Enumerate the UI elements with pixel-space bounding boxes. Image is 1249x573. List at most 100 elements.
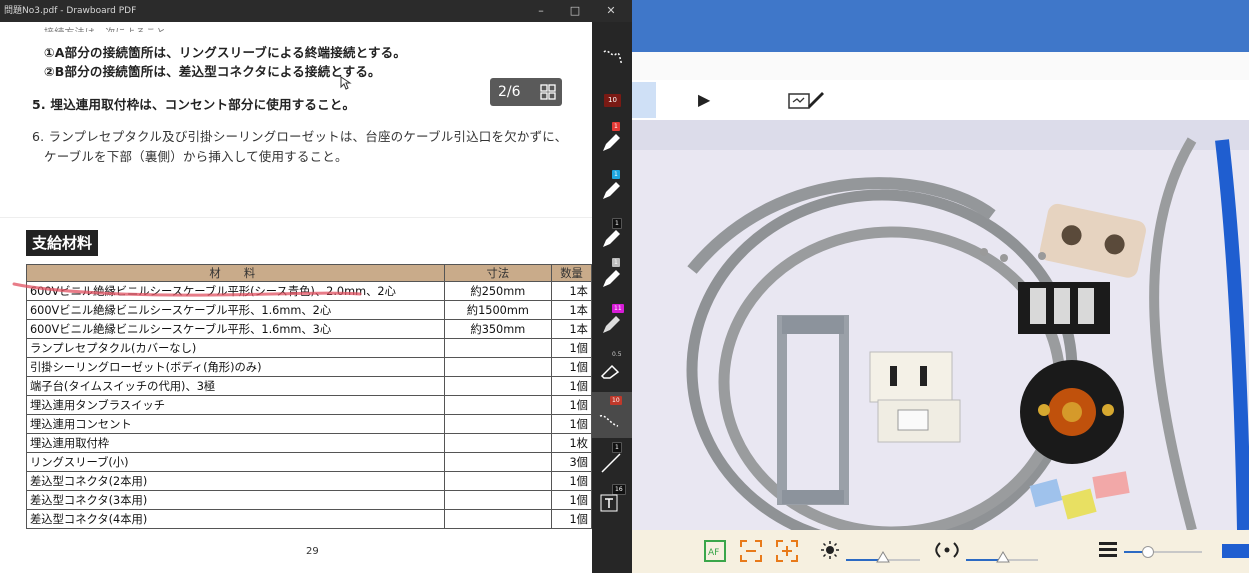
cell: 1本 <box>551 300 592 320</box>
pen-red-tool[interactable]: 1 <box>596 122 628 162</box>
cell: 1個 <box>551 509 592 529</box>
table-row: 埋込連用タンブラスイッチ 1個 <box>26 395 592 415</box>
number-stamp-tool[interactable]: 10 <box>596 84 628 124</box>
divider <box>0 217 592 218</box>
cell: 1個 <box>551 395 592 415</box>
camera-bottom-bar: AF <box>632 530 1249 573</box>
text-item-6-cont: ケーブルを下部（裏側）から挿入して使用すること。 <box>44 149 348 164</box>
pdf-page[interactable]: 接続方法は、次によること。 ①A部分の接続箇所は、リングスリーブによる終端接続と… <box>0 22 592 573</box>
zoom-out-icon[interactable] <box>740 540 762 562</box>
cell <box>443 471 553 491</box>
grid-view-icon[interactable] <box>540 84 556 100</box>
cell: 1枚 <box>551 433 592 453</box>
cell: 600Vビニル絶縁ビニルシースケーブル平形、1.6mm、3心 <box>26 319 445 339</box>
page-indicator[interactable]: 2/6 <box>490 78 562 106</box>
auto-focus-icon[interactable]: AF <box>704 540 726 562</box>
tool-tag: 11 <box>612 304 624 313</box>
cell: 埋込連用取付枠 <box>26 433 445 453</box>
cell: 1個 <box>551 490 592 510</box>
eraser-tool[interactable]: 0.5 <box>596 350 628 390</box>
cell: 差込型コネクタ(3本用) <box>26 490 445 510</box>
header-size: 寸法 <box>443 264 553 282</box>
table-row: ランプレセプタクル(カバーなし) 1個 <box>26 338 592 358</box>
cell: 差込型コネクタ(2本用) <box>26 471 445 491</box>
laser-tool[interactable]: 10 <box>592 392 632 438</box>
tool-tag: 1 <box>612 170 620 179</box>
maximize-button[interactable]: □ <box>558 0 592 22</box>
text-line-b: ②B部分の接続箇所は、差込型コネクタによる接続とする。 <box>44 64 381 79</box>
close-button[interactable]: ✕ <box>594 0 628 22</box>
cell <box>443 414 553 434</box>
cell <box>443 452 553 472</box>
cell <box>443 338 553 358</box>
text-line-a: ①A部分の接続箇所は、リングスリーブによる終端接続とする。 <box>44 45 407 60</box>
zoom-in-icon[interactable] <box>776 540 798 562</box>
pen-white-tool[interactable]: 1 <box>596 258 628 298</box>
cell: 600Vビニル絶縁ビニルシースケーブル平形(シース青色)、2.0mm、2心 <box>26 281 445 301</box>
tool-tag: 10 <box>604 94 621 107</box>
highlighter-icon <box>603 316 620 333</box>
text-item-6: 6. ランプレセプタクル及び引掛シーリングローゼットは、台座のケーブル引込口を欠… <box>32 129 568 144</box>
materials-table: 材 料 寸法 数量 600Vビニル絶縁ビニルシースケーブル平形(シース青色)、2… <box>26 264 592 529</box>
camera-image <box>632 120 1249 530</box>
cell: 端子台(タイムスイッチの代用)、3極 <box>26 376 445 396</box>
contrast-slider-thumb[interactable] <box>996 551 1010 563</box>
pen-cyan-tool[interactable]: 1 <box>596 170 628 210</box>
selected-tab[interactable] <box>632 82 656 118</box>
cell: 1本 <box>551 319 592 339</box>
table-row: 埋込連用取付枠 1枚 <box>26 433 592 453</box>
contrast-icon <box>935 542 959 558</box>
cell <box>443 433 553 453</box>
tool-tag: 1 <box>612 122 620 131</box>
color-swatch[interactable] <box>1222 544 1249 558</box>
camera-app: ▶ AF <box>632 0 1249 573</box>
cell <box>443 509 553 529</box>
cell: 3個 <box>551 452 592 472</box>
camera-view[interactable] <box>632 120 1249 530</box>
text-tool[interactable]: 16 <box>596 484 628 524</box>
laser-dots-icon <box>599 415 619 427</box>
lasso-tool[interactable] <box>596 36 628 76</box>
cell: 1個 <box>551 414 592 434</box>
table-row: 差込型コネクタ(3本用) 1個 <box>26 490 592 510</box>
cell: 差込型コネクタ(4本用) <box>26 509 445 529</box>
table-row: 端子台(タイムスイッチの代用)、3極 1個 <box>26 376 592 396</box>
table-row: 600Vビニル絶縁ビニルシースケーブル平形(シース青色)、2.0mm、2心 約25… <box>26 281 592 301</box>
cell: 約1500mm <box>443 300 553 320</box>
eraser-icon <box>600 364 620 379</box>
table-row: 600Vビニル絶縁ビニルシースケーブル平形、1.6mm、3心 約350mm 1本 <box>26 319 592 339</box>
tool-tag: 1 <box>612 258 620 267</box>
window-title: 問題No3.pdf - Drawboard PDF <box>4 6 137 16</box>
table-row: 埋込連用コンセント 1個 <box>26 414 592 434</box>
header-material: 材 料 <box>26 264 445 282</box>
menu-icon[interactable] <box>1098 540 1118 558</box>
cell: 埋込連用コンセント <box>26 414 445 434</box>
cell: 1個 <box>551 338 592 358</box>
minimize-button[interactable]: – <box>524 0 558 22</box>
line-tool[interactable]: 1 <box>596 442 628 482</box>
cell: 約350mm <box>443 319 553 339</box>
page-number: 29 <box>306 546 319 557</box>
cell <box>443 395 553 415</box>
cell: 引掛シーリングローゼット(ボディ(角形)のみ) <box>26 357 445 377</box>
cell: 600Vビニル絶縁ビニルシースケーブル平形、1.6mm、2心 <box>26 300 445 320</box>
line-width-fill <box>1124 551 1144 553</box>
highlighter-tool[interactable]: 11 <box>596 304 628 344</box>
line-width-thumb[interactable] <box>1142 546 1154 558</box>
table-row: リングスリーブ(小) 3個 <box>26 452 592 472</box>
play-button[interactable]: ▶ <box>698 90 710 109</box>
pen-icon <box>603 134 620 151</box>
pen-icon <box>603 230 620 247</box>
line-icon <box>601 453 621 473</box>
text-icon <box>600 494 618 512</box>
pen-black-tool[interactable]: 1 <box>596 218 628 258</box>
annotation-toolbar: 10 1 1 1 1 11 0.5 10 1 16 <box>592 22 632 573</box>
brightness-slider-thumb[interactable] <box>876 551 890 563</box>
mouse-cursor-icon <box>340 76 352 90</box>
annotate-icon[interactable] <box>788 90 826 110</box>
table-row: 差込型コネクタ(4本用) 1個 <box>26 509 592 529</box>
tool-tag: 10 <box>610 396 622 405</box>
title-bar: 問題No3.pdf - Drawboard PDF – □ ✕ <box>0 0 632 22</box>
header-qty: 数量 <box>551 264 592 282</box>
cell: 1本 <box>551 281 592 301</box>
